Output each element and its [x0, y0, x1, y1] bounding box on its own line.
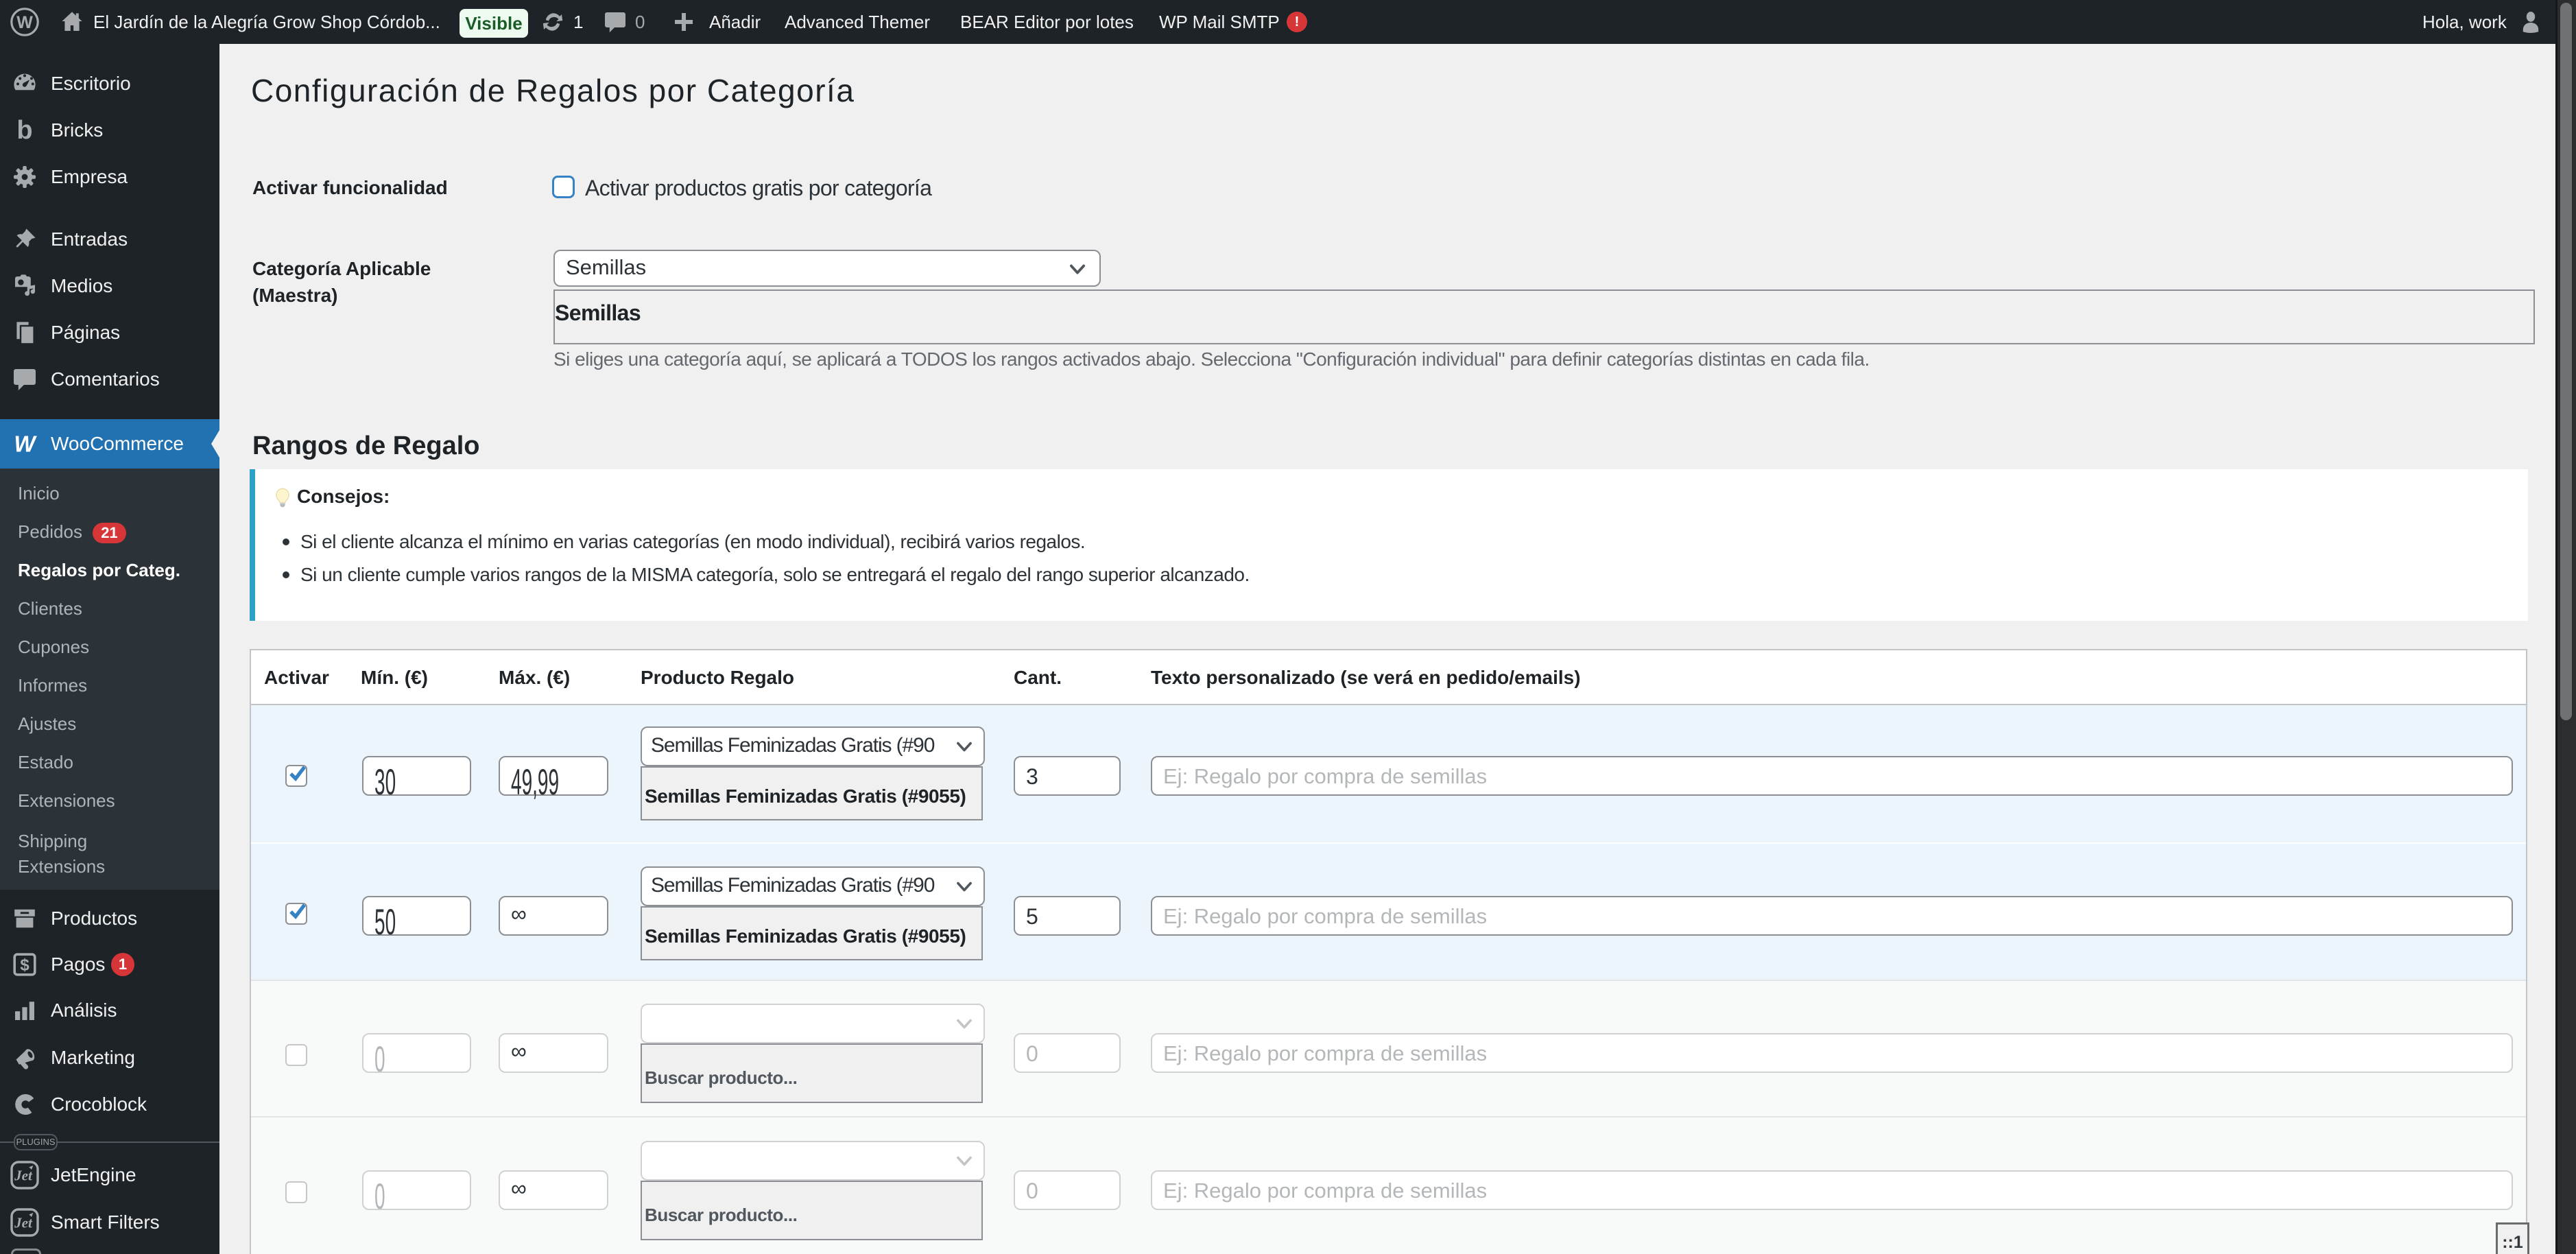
svg-text:Jet: Jet	[14, 1215, 33, 1231]
svg-text:W: W	[14, 431, 37, 457]
svg-text:$: $	[20, 956, 29, 975]
svg-text:Jet: Jet	[14, 1168, 33, 1184]
svg-text:W: W	[16, 13, 33, 32]
